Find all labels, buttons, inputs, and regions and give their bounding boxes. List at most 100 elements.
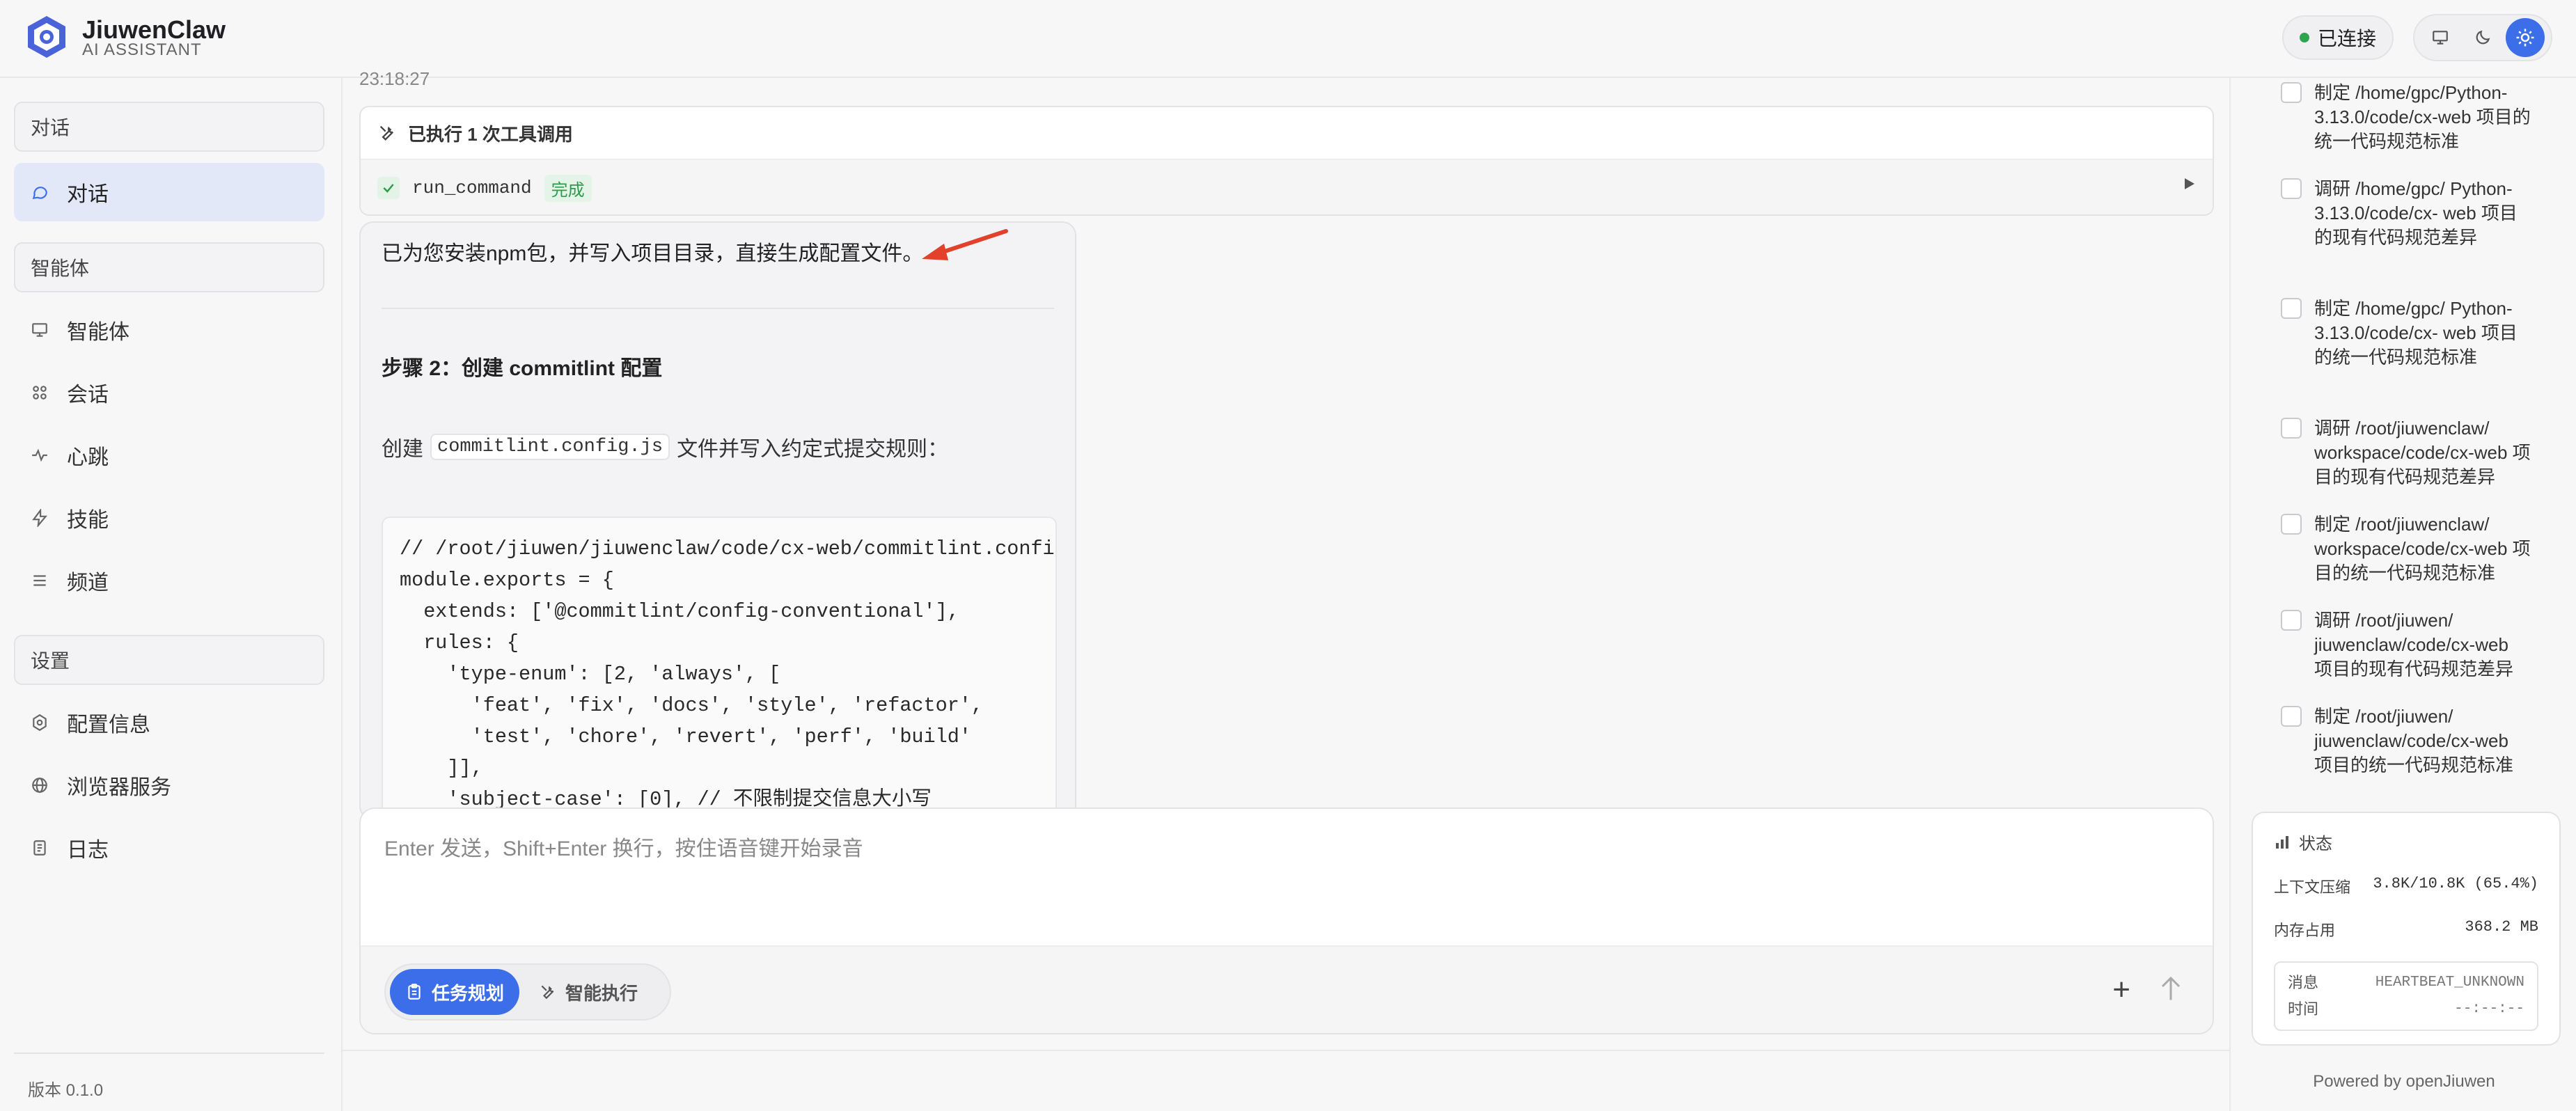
tool-status-badge: 完成 [544, 174, 592, 202]
task-text: 制定 /root/jiuwen/ jiuwenclaw/code/cx-web … [2314, 706, 2514, 775]
clipboard-icon [408, 984, 421, 1000]
task-checkbox[interactable] [2281, 178, 2302, 199]
add-attachment-button[interactable]: + [2112, 975, 2130, 1005]
task-checkbox[interactable] [2281, 706, 2302, 727]
connection-status-label: 已连接 [2317, 28, 2376, 49]
task-item[interactable]: 制定 /home/gpc/Python-3.13.0/code/cx-web 项… [2281, 81, 2531, 154]
sidebar-item-sessions[interactable]: 会话 [14, 363, 324, 422]
context-label: 上下文压缩 [2274, 878, 2351, 896]
create-prefix: 创建 [382, 438, 423, 461]
step-description: 创建 commitlint.config.js 文件并写入约定式提交规则： [382, 432, 1054, 462]
task-item[interactable]: 制定 /root/jiuwenclaw/ workspace/code/cx-w… [2281, 512, 2531, 585]
status-title-label: 状态 [2299, 835, 2332, 853]
moon-icon [2476, 30, 2490, 45]
tool-call-title: 已执行 1 次工具调用 [408, 123, 573, 145]
task-checkbox[interactable] [2281, 610, 2302, 631]
task-item[interactable]: 调研 /root/jiuwen/ jiuwenclaw/code/cx-web … [2281, 608, 2531, 681]
red-arrow-annotation [922, 229, 1008, 260]
task-text: 调研 /home/gpc/ Python-3.13.0/code/cx- web… [2314, 178, 2518, 248]
sidebar-item-chat[interactable]: 对话 [14, 163, 324, 221]
task-item[interactable]: 制定 /root/jiuwen/ jiuwenclaw/code/cx-web … [2281, 704, 2531, 778]
mode-plan-button[interactable]: 任务规划 [390, 969, 520, 1015]
status-card: 状态 上下文压缩 3.8K/10.8K (65.4%) 内存占用 368.2 M… [2252, 812, 2561, 1046]
task-checkbox[interactable] [2281, 418, 2302, 439]
tool-call-row[interactable]: run_command 完成 [361, 160, 2213, 214]
chat-input[interactable]: Enter 发送，Shift+Enter 换行，按住语音键开始录音 [384, 831, 863, 862]
brand-subtitle: AI ASSISTANT [82, 40, 202, 59]
task-item[interactable]: 制定 /home/gpc/ Python-3.13.0/code/cx- web… [2281, 297, 2531, 370]
tool-call-header: 已执行 1 次工具调用 [361, 107, 2213, 160]
sidebar-item-label: 技能 [67, 509, 109, 532]
sidebar-item-label: 会话 [67, 384, 109, 407]
theme-switcher [2413, 14, 2552, 61]
mode-exec-label: 智能执行 [565, 982, 638, 1004]
task-checkbox[interactable] [2281, 514, 2302, 535]
status-dot-icon [2299, 33, 2309, 42]
expand-arrow-icon[interactable] [2182, 177, 2196, 191]
task-panel: 制定 /home/gpc/Python-3.13.0/code/cx-web 项… [2229, 78, 2576, 1111]
sidebar-item-heartbeat[interactable]: 心跳 [14, 426, 324, 484]
powered-by-label: Powered by openJiuwen [2313, 1072, 2495, 1091]
heartbeat-time-label: 时间 [2288, 1000, 2319, 1018]
nodes-icon [33, 386, 47, 400]
monitor-icon [32, 323, 47, 337]
sidebar-item-label: 对话 [67, 183, 109, 206]
sidebar-item-skills[interactable]: 技能 [14, 489, 324, 547]
tool-call-card: 已执行 1 次工具调用 run_command 完成 [359, 106, 2214, 216]
theme-dark-button[interactable] [2463, 18, 2502, 57]
sidebar-section-chat: 对话 [14, 102, 324, 152]
sidebar-divider [14, 1053, 324, 1054]
heartbeat-message-label: 消息 [2288, 974, 2319, 991]
sidebar-item-agent[interactable]: 智能体 [14, 301, 324, 359]
sidebar-item-label: 频道 [67, 572, 109, 594]
bolt-icon [32, 509, 47, 527]
status-title: 状态 [2274, 830, 2538, 854]
sidebar-item-config[interactable]: 配置信息 [14, 693, 324, 752]
task-text: 调研 /root/jiuwen/ jiuwenclaw/code/cx-web … [2314, 610, 2514, 679]
task-checkbox[interactable] [2281, 82, 2302, 103]
assistant-message: 已为您安装npm包，并写入项目目录，直接生成配置文件。 步骤 2：创建 comm… [359, 221, 1076, 820]
connection-status-badge: 已连接 [2282, 15, 2394, 60]
bar-chart-icon [2276, 835, 2288, 849]
chat-input-box[interactable]: Enter 发送，Shift+Enter 换行，按住语音键开始录音 任务规划 智… [359, 807, 2214, 1034]
check-icon [377, 177, 400, 199]
sidebar-item-label: 配置信息 [67, 714, 150, 736]
wrench-icon [541, 985, 554, 1000]
message-timestamp: 23:18:27 [359, 68, 430, 89]
create-suffix: 文件并写入约定式提交规则： [677, 438, 949, 461]
monitor-icon [2432, 31, 2448, 45]
sidebar-item-logs[interactable]: 日志 [14, 819, 324, 877]
task-item[interactable]: 调研 /home/gpc/ Python-3.13.0/code/cx- web… [2281, 177, 2531, 250]
chat-bubble-icon [32, 187, 47, 200]
heartbeat-time-row: 时间 --:--:-- [2288, 996, 2524, 1023]
task-item[interactable]: 调研 /root/jiuwenclaw/ workspace/code/cx-w… [2281, 416, 2531, 489]
memory-value: 368.2 MB [2465, 918, 2538, 936]
input-toolbar: 任务规划 智能执行 + [361, 945, 2213, 1033]
mode-plan-label: 任务规划 [432, 982, 505, 1004]
gear-icon [33, 714, 47, 732]
step-heading: 步骤 2：创建 commitlint 配置 [382, 357, 663, 380]
code-content: // /root/jiuwen/jiuwenclaw/code/cx-web/c… [400, 537, 1057, 811]
theme-light-button[interactable] [2506, 18, 2545, 57]
sidebar-item-channels[interactable]: 频道 [14, 551, 324, 610]
sidebar-section-agent: 智能体 [14, 242, 324, 292]
task-text: 制定 /home/gpc/ Python-3.13.0/code/cx- web… [2314, 298, 2518, 368]
send-arrow-icon[interactable] [2158, 975, 2183, 1002]
task-text: 制定 /home/gpc/Python-3.13.0/code/cx-web 项… [2314, 82, 2531, 152]
heartbeat-message-value: HEARTBEAT_UNKNOWN [2375, 975, 2524, 991]
menu-icon [33, 575, 46, 586]
version-label: 版本 0.1.0 [28, 1081, 104, 1100]
heartbeat-message-row: 消息 HEARTBEAT_UNKNOWN [2288, 970, 2524, 996]
inline-code-filename: commitlint.config.js [430, 434, 670, 460]
sidebar-section-settings: 设置 [14, 635, 324, 685]
heartbeat-time-value: --:--:-- [2454, 1001, 2524, 1017]
logo-icon [28, 16, 65, 58]
task-checkbox[interactable] [2281, 298, 2302, 319]
sidebar-item-label: 日志 [67, 839, 109, 862]
mode-exec-button[interactable]: 智能执行 [524, 969, 653, 1015]
globe-icon [32, 778, 47, 793]
mode-switch: 任务规划 智能执行 [384, 963, 671, 1021]
sidebar: 对话 对话 智能体 智能体 会话 心跳 技能 频道 设置 配置信息 浏览器服务 … [0, 78, 343, 1111]
sidebar-item-browser[interactable]: 浏览器服务 [14, 756, 324, 814]
theme-system-button[interactable] [2421, 18, 2460, 57]
